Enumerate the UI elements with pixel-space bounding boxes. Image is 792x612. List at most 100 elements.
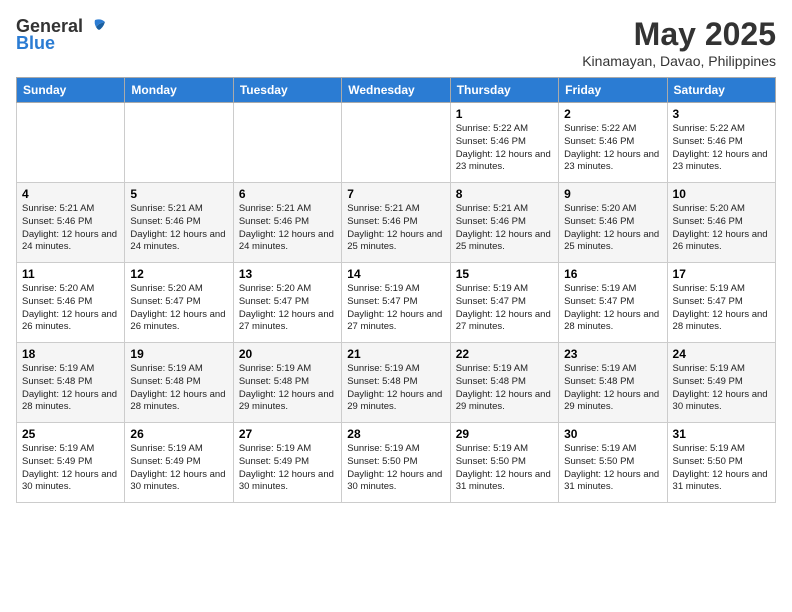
day-number: 11 [22,267,119,281]
day-number: 9 [564,187,661,201]
day-info: Sunrise: 5:19 AMSunset: 5:48 PMDaylight:… [564,363,661,414]
day-info: Sunrise: 5:19 AMSunset: 5:48 PMDaylight:… [456,363,553,414]
day-info: Sunrise: 5:21 AMSunset: 5:46 PMDaylight:… [22,203,119,254]
calendar-cell: 30 Sunrise: 5:19 AMSunset: 5:50 PMDayligh… [559,423,667,503]
calendar-cell: 27 Sunrise: 5:19 AMSunset: 5:49 PMDayligh… [233,423,341,503]
day-number: 12 [130,267,227,281]
calendar-week-row: 18 Sunrise: 5:19 AMSunset: 5:48 PMDayligh… [17,343,776,423]
calendar-cell: 9 Sunrise: 5:20 AMSunset: 5:46 PMDaylight… [559,183,667,263]
calendar-cell: 14Sunrise: 5:19 AMSunset: 5:47 PMDayligh… [342,263,450,343]
calendar-cell [17,103,125,183]
day-number: 29 [456,427,553,441]
calendar-cell: 4 Sunrise: 5:21 AMSunset: 5:46 PMDaylight… [17,183,125,263]
calendar-cell: 31 Sunrise: 5:19 AMSunset: 5:50 PMDayligh… [667,423,775,503]
day-info: Sunrise: 5:21 AMSunset: 5:46 PMDaylight:… [347,203,444,254]
column-header-wednesday: Wednesday [342,78,450,103]
day-number: 6 [239,187,336,201]
day-info: Sunrise: 5:19 AMSunset: 5:48 PMDaylight:… [22,363,119,414]
calendar-week-row: 11 Sunrise: 5:20 AMSunset: 5:46 PMDayligh… [17,263,776,343]
calendar-cell: 19 Sunrise: 5:19 AMSunset: 5:48 PMDayligh… [125,343,233,423]
day-info: Sunrise: 5:19 AMSunset: 5:50 PMDaylight:… [564,443,661,494]
calendar-cell: 21 Sunrise: 5:19 AMSunset: 5:48 PMDayligh… [342,343,450,423]
day-info: Sunrise: 5:19 AMSunset: 5:50 PMDaylight:… [456,443,553,494]
day-info: Sunrise: 5:22 AMSunset: 5:46 PMDaylight:… [456,123,553,174]
calendar-cell: 26Sunrise: 5:19 AMSunset: 5:49 PMDayligh… [125,423,233,503]
location-text: Kinamayan, Davao, Philippines [582,53,776,69]
calendar-week-row: 1 Sunrise: 5:22 AMSunset: 5:46 PMDaylight… [17,103,776,183]
day-number: 27 [239,427,336,441]
day-number: 14 [347,267,444,281]
day-number: 30 [564,427,661,441]
day-number: 13 [239,267,336,281]
day-number: 21 [347,347,444,361]
day-info: Sunrise: 5:19 AMSunset: 5:50 PMDaylight:… [347,443,444,494]
calendar-cell: 15Sunrise: 5:19 AMSunset: 5:47 PMDayligh… [450,263,558,343]
calendar-cell: 28 Sunrise: 5:19 AMSunset: 5:50 PMDayligh… [342,423,450,503]
column-header-tuesday: Tuesday [233,78,341,103]
day-info: Sunrise: 5:19 AMSunset: 5:47 PMDaylight:… [564,283,661,334]
day-number: 28 [347,427,444,441]
day-info: Sunrise: 5:20 AMSunset: 5:47 PMDaylight:… [239,283,336,334]
day-info: Sunrise: 5:20 AMSunset: 5:46 PMDaylight:… [22,283,119,334]
day-number: 16 [564,267,661,281]
day-number: 7 [347,187,444,201]
day-number: 17 [673,267,770,281]
calendar-cell: 7 Sunrise: 5:21 AMSunset: 5:46 PMDaylight… [342,183,450,263]
day-info: Sunrise: 5:19 AMSunset: 5:47 PMDaylight:… [456,283,553,334]
logo: General Blue [16,16,107,54]
day-info: Sunrise: 5:19 AMSunset: 5:47 PMDaylight:… [673,283,770,334]
day-number: 18 [22,347,119,361]
day-number: 31 [673,427,770,441]
day-info: Sunrise: 5:22 AMSunset: 5:46 PMDaylight:… [673,123,770,174]
day-number: 26 [130,427,227,441]
day-number: 3 [673,107,770,121]
calendar-cell: 12 Sunrise: 5:20 AMSunset: 5:47 PMDayligh… [125,263,233,343]
day-info: Sunrise: 5:19 AMSunset: 5:49 PMDaylight:… [673,363,770,414]
day-info: Sunrise: 5:19 AMSunset: 5:48 PMDaylight:… [130,363,227,414]
calendar-cell: 10Sunrise: 5:20 AMSunset: 5:46 PMDayligh… [667,183,775,263]
calendar-cell: 25Sunrise: 5:19 AMSunset: 5:49 PMDayligh… [17,423,125,503]
day-number: 4 [22,187,119,201]
column-header-friday: Friday [559,78,667,103]
day-number: 24 [673,347,770,361]
calendar-table: SundayMondayTuesdayWednesdayThursdayFrid… [16,77,776,503]
day-info: Sunrise: 5:19 AMSunset: 5:50 PMDaylight:… [673,443,770,494]
day-info: Sunrise: 5:19 AMSunset: 5:48 PMDaylight:… [239,363,336,414]
day-number: 8 [456,187,553,201]
day-info: Sunrise: 5:20 AMSunset: 5:46 PMDaylight:… [564,203,661,254]
day-info: Sunrise: 5:20 AMSunset: 5:46 PMDaylight:… [673,203,770,254]
calendar-cell: 22 Sunrise: 5:19 AMSunset: 5:48 PMDayligh… [450,343,558,423]
calendar-cell: 13 Sunrise: 5:20 AMSunset: 5:47 PMDayligh… [233,263,341,343]
day-info: Sunrise: 5:19 AMSunset: 5:49 PMDaylight:… [239,443,336,494]
logo-bird-icon [85,18,107,36]
day-info: Sunrise: 5:19 AMSunset: 5:48 PMDaylight:… [347,363,444,414]
day-info: Sunrise: 5:21 AMSunset: 5:46 PMDaylight:… [456,203,553,254]
calendar-cell: 29 Sunrise: 5:19 AMSunset: 5:50 PMDayligh… [450,423,558,503]
column-header-monday: Monday [125,78,233,103]
calendar-cell: 18 Sunrise: 5:19 AMSunset: 5:48 PMDayligh… [17,343,125,423]
column-header-saturday: Saturday [667,78,775,103]
calendar-cell: 3 Sunrise: 5:22 AMSunset: 5:46 PMDaylight… [667,103,775,183]
calendar-cell: 8 Sunrise: 5:21 AMSunset: 5:46 PMDaylight… [450,183,558,263]
day-number: 1 [456,107,553,121]
calendar-cell: 5Sunrise: 5:21 AMSunset: 5:46 PMDaylight… [125,183,233,263]
logo-blue-text: Blue [16,33,55,54]
calendar-cell: 24 Sunrise: 5:19 AMSunset: 5:49 PMDayligh… [667,343,775,423]
day-number: 19 [130,347,227,361]
calendar-cell [342,103,450,183]
calendar-cell: 16 Sunrise: 5:19 AMSunset: 5:47 PMDayligh… [559,263,667,343]
day-number: 23 [564,347,661,361]
calendar-header-row: SundayMondayTuesdayWednesdayThursdayFrid… [17,78,776,103]
day-info: Sunrise: 5:19 AMSunset: 5:49 PMDaylight:… [22,443,119,494]
day-info: Sunrise: 5:21 AMSunset: 5:46 PMDaylight:… [130,203,227,254]
calendar-cell [125,103,233,183]
calendar-cell [233,103,341,183]
column-header-thursday: Thursday [450,78,558,103]
title-section: May 2025 Kinamayan, Davao, Philippines [582,16,776,69]
day-number: 22 [456,347,553,361]
calendar-week-row: 4 Sunrise: 5:21 AMSunset: 5:46 PMDaylight… [17,183,776,263]
day-info: Sunrise: 5:20 AMSunset: 5:47 PMDaylight:… [130,283,227,334]
calendar-cell: 20Sunrise: 5:19 AMSunset: 5:48 PMDayligh… [233,343,341,423]
calendar-cell: 6Sunrise: 5:21 AMSunset: 5:46 PMDaylight… [233,183,341,263]
day-number: 2 [564,107,661,121]
